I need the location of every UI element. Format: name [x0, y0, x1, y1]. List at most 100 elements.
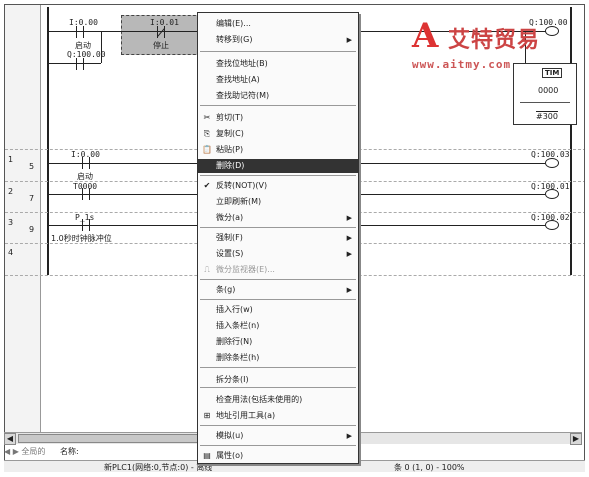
- menu-item-label: 插入行(w): [216, 305, 253, 314]
- menu-item[interactable]: 检查用法(包括未使用的): [198, 393, 358, 407]
- menu-item-label: 删除(D): [216, 161, 245, 170]
- menu-item-label: 反转(NOT)(V): [216, 181, 268, 190]
- menu-item-label: 粘贴(P): [216, 145, 244, 154]
- menu-item[interactable]: 查找位地址(B): [198, 57, 358, 71]
- menu-item[interactable]: ✔ 反转(NOT)(V): [198, 179, 358, 193]
- nc-contact[interactable]: [150, 26, 172, 38]
- contact-comment: 启动: [77, 172, 93, 181]
- menu-item-label: 删除行(N): [216, 337, 253, 346]
- tab-bar: ◀ ▶ 全局的 名称:: [4, 446, 204, 458]
- menu-item[interactable]: ⊞ 地址引用工具(a): [198, 409, 358, 423]
- timer-set-value: #300: [536, 112, 558, 121]
- menu-item[interactable]: 转移到(G) ▶: [198, 33, 358, 47]
- menu-item-label: 转移到(G): [216, 35, 253, 44]
- no-contact[interactable]: [75, 188, 97, 200]
- menu-item[interactable]: 插入条栏(n): [198, 319, 358, 333]
- menu-item[interactable]: 编辑(E)...: [198, 17, 358, 31]
- status-position: 条 0 (1, 0) - 100%: [394, 463, 465, 472]
- menu-separator: [200, 425, 356, 426]
- menu-item[interactable]: 📋 粘贴(P): [198, 143, 358, 157]
- menu-item-label: 设置(S): [216, 249, 244, 258]
- menu-item[interactable]: 拆分条(I): [198, 373, 358, 387]
- menu-separator: [200, 387, 356, 388]
- properties-icon: ▤: [203, 451, 211, 460]
- rung-number: 1: [8, 155, 14, 164]
- menu-separator: [200, 299, 356, 300]
- step-number: 5: [29, 162, 35, 171]
- menu-item[interactable]: ▤ 属性(o): [198, 449, 358, 463]
- submenu-arrow-icon: ▶: [346, 432, 352, 440]
- step-number: 9: [29, 225, 35, 234]
- menu-item-label: 复制(C): [216, 129, 244, 138]
- menu-item[interactable]: 模拟(u) ▶: [198, 429, 358, 443]
- scroll-left-icon[interactable]: ◀: [4, 433, 16, 445]
- submenu-arrow-icon: ▶: [346, 234, 352, 242]
- menu-item-label: 微分监视器(E)...: [216, 265, 275, 274]
- menu-separator: [200, 279, 356, 280]
- menu-item[interactable]: 删除条栏(h): [198, 351, 358, 365]
- rung-number: 4: [8, 248, 14, 257]
- output-coil[interactable]: [545, 158, 559, 168]
- no-contact[interactable]: [69, 26, 91, 38]
- timer-instruction-box[interactable]: TIM 0000 #300: [513, 63, 577, 125]
- menu-item-label: 微分(a): [216, 213, 244, 222]
- menu-item[interactable]: ✂ 剪切(T): [198, 111, 358, 125]
- rising-edge-contact[interactable]: [75, 157, 97, 169]
- menu-item[interactable]: 删除行(N): [198, 335, 358, 349]
- menu-item[interactable]: 设置(S) ▶: [198, 247, 358, 261]
- output-coil[interactable]: [545, 189, 559, 199]
- menu-item-label: 强制(F): [216, 233, 243, 242]
- submenu-arrow-icon: ▶: [346, 36, 352, 44]
- menu-item-label: 查找助记符(M): [216, 91, 270, 100]
- menu-separator: [200, 175, 356, 176]
- menu-item-label: 模拟(u): [216, 431, 244, 440]
- submenu-arrow-icon: ▶: [346, 214, 352, 222]
- menu-item-label: 查找地址(A): [216, 75, 260, 84]
- menu-item-label: 查找位地址(B): [216, 59, 268, 68]
- menu-item-label: 地址引用工具(a): [216, 411, 276, 420]
- menu-item-label: 检查用法(包括未使用的): [216, 395, 303, 404]
- instruction-name: TIM: [542, 68, 563, 78]
- name-label: 名称:: [60, 447, 79, 456]
- menu-separator: [200, 445, 356, 446]
- step-number: 7: [29, 194, 35, 203]
- no-contact[interactable]: [75, 219, 97, 231]
- menu-item: ⎍ 微分监视器(E)...: [198, 263, 358, 277]
- scroll-thumb[interactable]: [18, 434, 198, 443]
- menu-item[interactable]: 立即刷新(M): [198, 195, 358, 209]
- menu-item[interactable]: 条(g) ▶: [198, 283, 358, 297]
- output-coil[interactable]: [545, 220, 559, 230]
- rung-number-bar: 1 5 2 7 3 9 4: [5, 5, 41, 433]
- scissors-icon: ✂: [203, 113, 211, 122]
- menu-item[interactable]: 删除(D): [198, 159, 358, 173]
- address-tool-icon: ⊞: [203, 411, 211, 420]
- rung-number: 3: [8, 218, 14, 227]
- menu-item[interactable]: 查找地址(A): [198, 73, 358, 87]
- right-power-rail: [570, 7, 572, 275]
- menu-item[interactable]: 插入行(w): [198, 303, 358, 317]
- copy-icon: ⎘: [203, 129, 211, 138]
- left-power-rail: [47, 7, 49, 275]
- sheet-tabs[interactable]: ◀ ▶ 全局的: [4, 446, 45, 457]
- menu-item[interactable]: 强制(F) ▶: [198, 231, 358, 245]
- rung-number: 2: [8, 187, 14, 196]
- menu-item[interactable]: 微分(a) ▶: [198, 211, 358, 225]
- scroll-right-icon[interactable]: ▶: [570, 433, 582, 445]
- contact-comment: 停止: [153, 41, 169, 50]
- no-contact[interactable]: [69, 58, 91, 70]
- output-coil[interactable]: [545, 26, 559, 36]
- menu-item-label: 插入条栏(n): [216, 321, 260, 330]
- menu-item-label: 剪切(T): [216, 113, 244, 122]
- checkmark-icon: ✔: [203, 181, 211, 190]
- divider: [520, 102, 570, 103]
- menu-item[interactable]: ⎘ 复制(C): [198, 127, 358, 141]
- menu-item[interactable]: 查找助记符(M): [198, 89, 358, 103]
- context-menu: 编辑(E)... 转移到(G) ▶ 查找位地址(B) 查找地址(A) 查找助记符(M) ✂ 剪…: [197, 12, 359, 464]
- branch-wire: [525, 31, 526, 63]
- menu-item-label: 立即刷新(M): [216, 197, 262, 206]
- menu-item-label: 条(g): [216, 285, 236, 294]
- menu-separator: [200, 105, 356, 106]
- menu-separator: [200, 51, 356, 52]
- monitor-icon: ⎍: [204, 265, 210, 274]
- menu-separator: [200, 367, 356, 368]
